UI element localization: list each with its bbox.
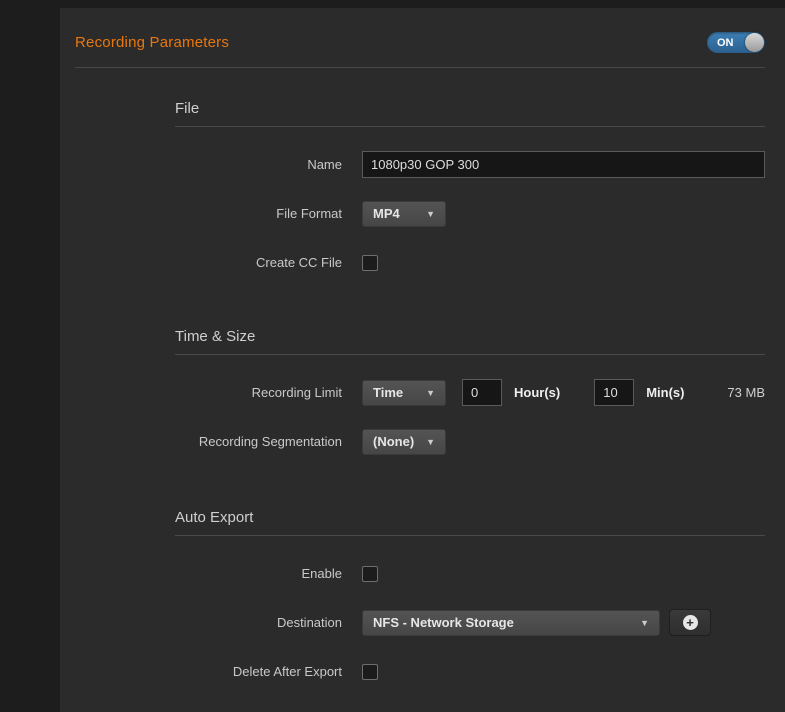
destination-label: Destination [175, 615, 342, 630]
destination-value: NFS - Network Storage [373, 615, 514, 630]
chevron-down-icon: ▼ [640, 618, 649, 628]
page-title: Recording Parameters [75, 34, 229, 51]
file-format-dropdown[interactable]: MP4 ▼ [362, 201, 446, 227]
auto-export-section-heading: Auto Export [175, 509, 765, 536]
destination-row: Destination NFS - Network Storage ▼ + [175, 609, 765, 636]
name-input[interactable] [362, 151, 765, 178]
section-auto-export: Auto Export Enable Destination NFS - Net… [175, 509, 765, 685]
recording-segmentation-row: Recording Segmentation (None) ▼ [175, 428, 765, 455]
toggle-knob-icon[interactable] [745, 33, 764, 52]
recording-parameters-panel: Recording Parameters ON File Name File F… [60, 8, 785, 712]
enable-row: Enable [175, 560, 765, 587]
recording-limit-type-dropdown[interactable]: Time ▼ [362, 380, 446, 406]
create-cc-checkbox[interactable] [362, 255, 378, 271]
estimated-size-label: 73 MB [727, 385, 765, 400]
file-format-value: MP4 [373, 206, 400, 221]
enable-checkbox[interactable] [362, 566, 378, 582]
recording-segmentation-dropdown[interactable]: (None) ▼ [362, 429, 446, 455]
chevron-down-icon: ▼ [426, 388, 435, 398]
chevron-down-icon: ▼ [426, 437, 435, 447]
name-label: Name [175, 157, 342, 172]
plus-icon: + [683, 615, 698, 630]
delete-after-export-checkbox[interactable] [362, 664, 378, 680]
create-cc-label: Create CC File [175, 255, 342, 270]
delete-after-export-label: Delete After Export [175, 664, 342, 679]
recording-limit-label: Recording Limit [175, 385, 342, 400]
file-format-label: File Format [175, 206, 342, 221]
name-row: Name [175, 151, 765, 178]
delete-after-export-row: Delete After Export [175, 658, 765, 685]
recording-limit-type-value: Time [373, 385, 403, 400]
section-time-size: Time & Size Recording Limit Time ▼ Hour(… [175, 328, 765, 455]
hours-unit-label: Hour(s) [514, 385, 560, 400]
recording-parameters-toggle[interactable]: ON [707, 32, 765, 53]
minutes-input[interactable] [594, 379, 634, 406]
file-section-heading: File [175, 100, 765, 127]
section-file: File Name File Format MP4 ▼ Create CC Fi… [175, 100, 765, 276]
chevron-down-icon: ▼ [426, 209, 435, 219]
time-size-section-heading: Time & Size [175, 328, 765, 355]
destination-dropdown[interactable]: NFS - Network Storage ▼ [362, 610, 660, 636]
toggle-on-label: ON [717, 37, 734, 49]
panel-header: Recording Parameters ON [75, 8, 765, 68]
minutes-unit-label: Min(s) [646, 385, 684, 400]
recording-segmentation-label: Recording Segmentation [175, 434, 342, 449]
enable-label: Enable [175, 566, 342, 581]
create-cc-row: Create CC File [175, 249, 765, 276]
recording-segmentation-value: (None) [373, 434, 414, 449]
add-destination-button[interactable]: + [669, 609, 711, 636]
recording-limit-row: Recording Limit Time ▼ Hour(s) Min(s) 73… [175, 379, 765, 406]
file-format-row: File Format MP4 ▼ [175, 200, 765, 227]
hours-input[interactable] [462, 379, 502, 406]
